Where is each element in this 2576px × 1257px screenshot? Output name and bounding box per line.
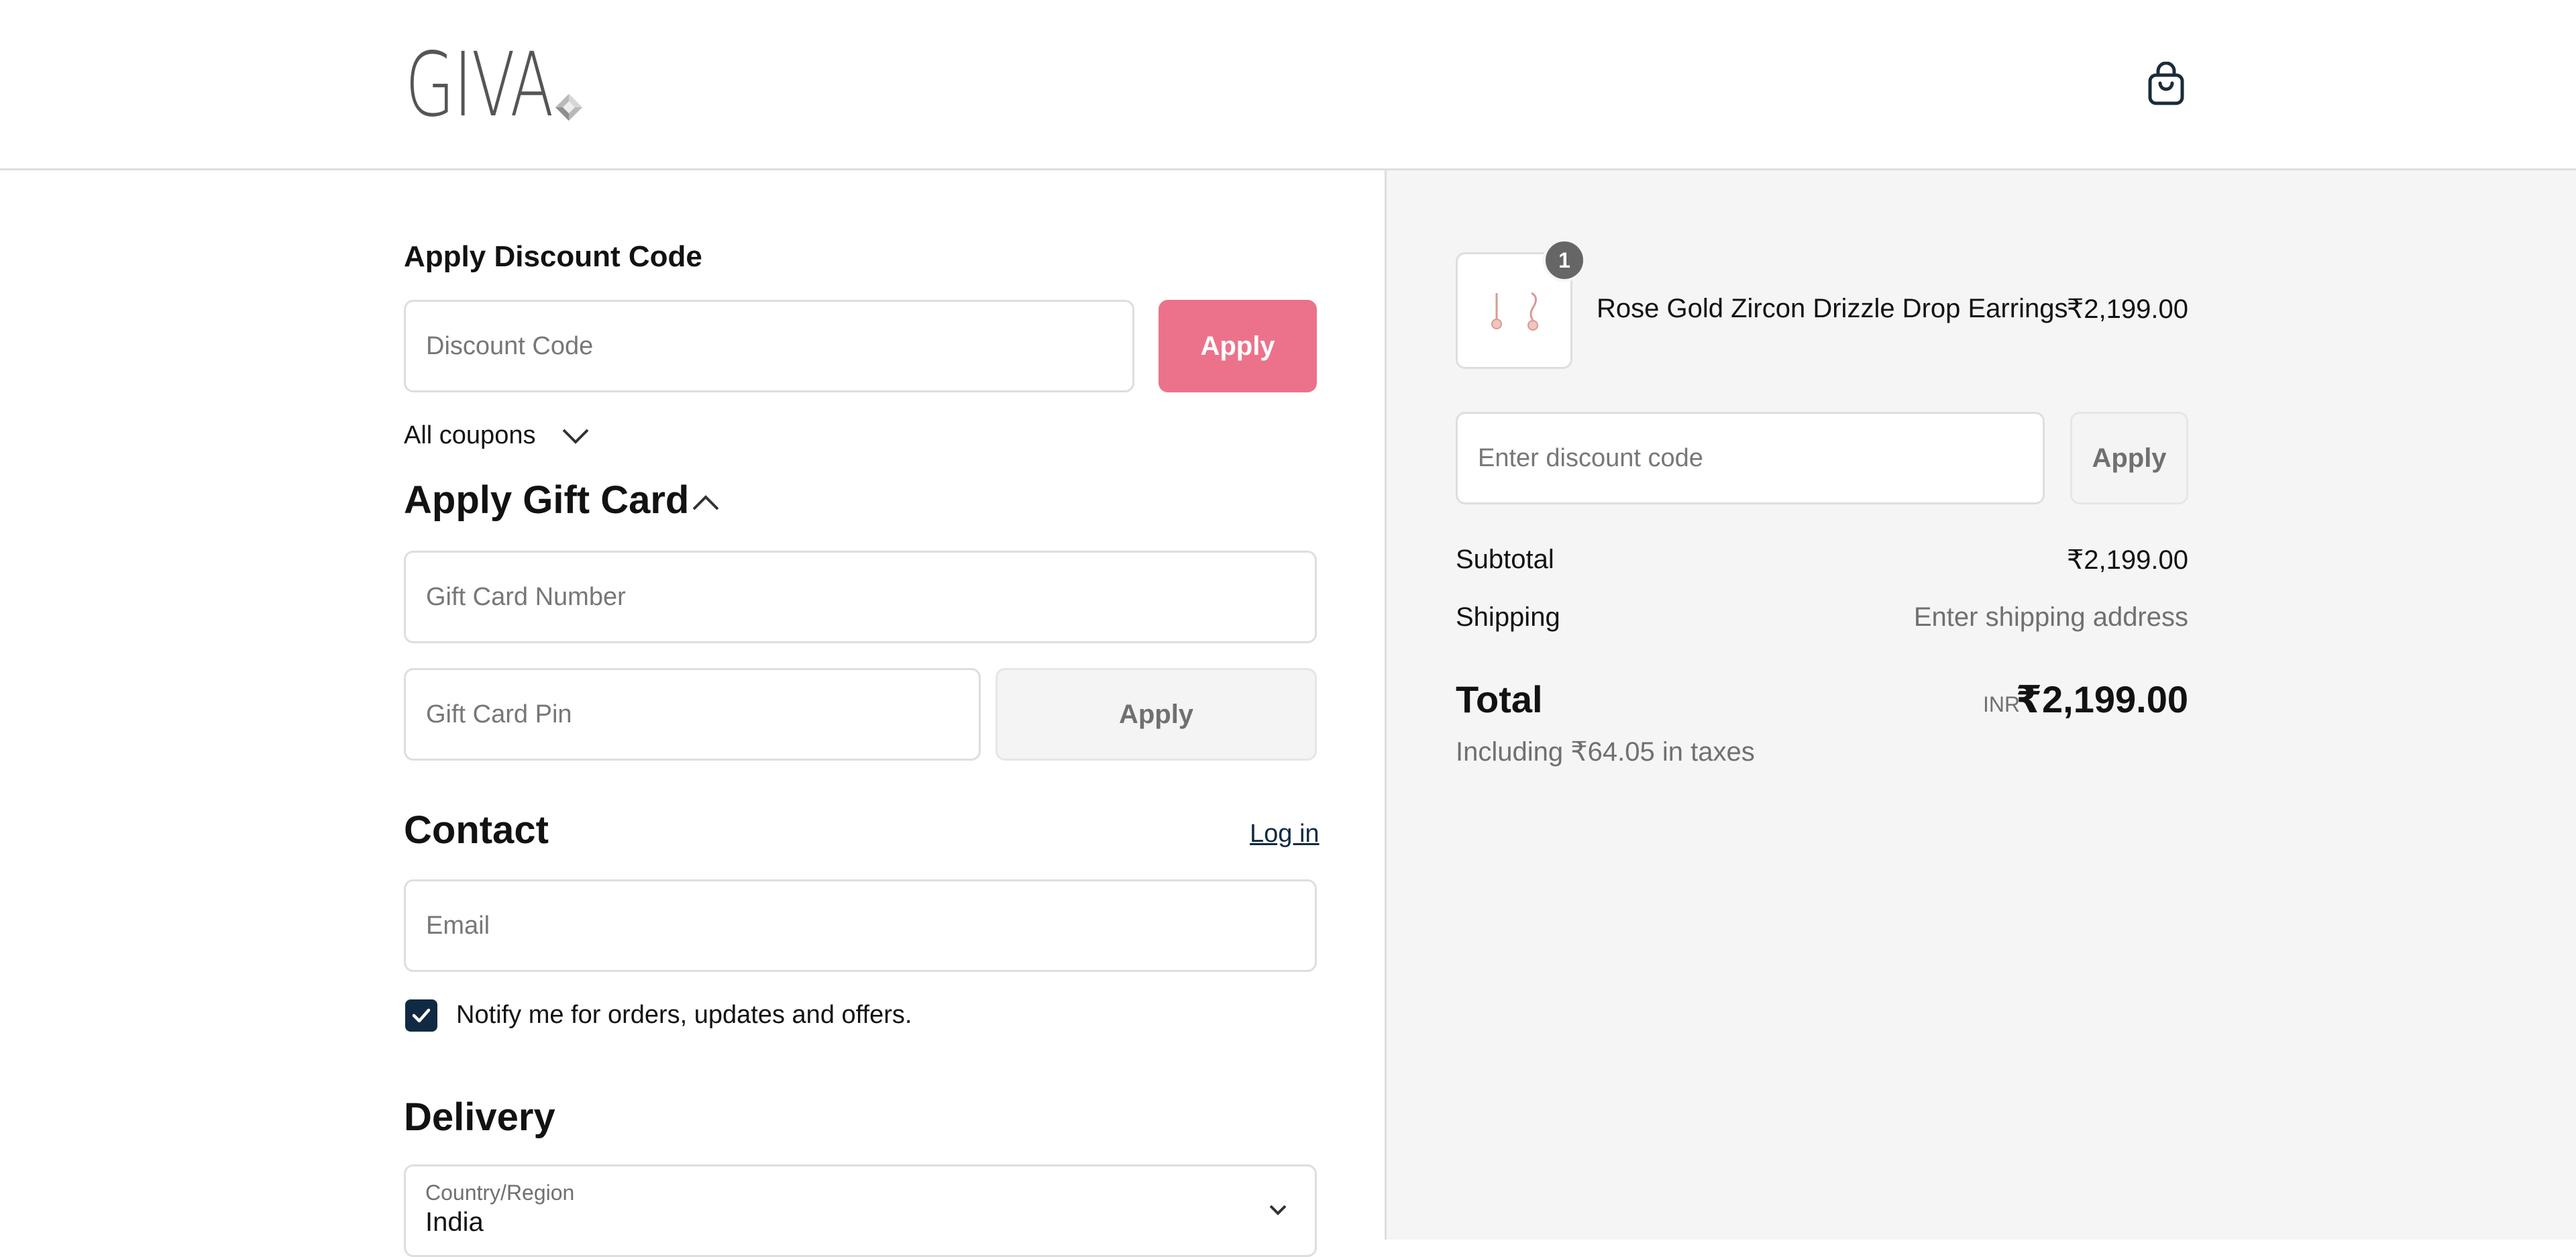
total-label: Total bbox=[1456, 678, 1543, 720]
subtotal-label: Subtotal bbox=[1456, 545, 1554, 574]
discount-heading: Apply Discount Code bbox=[404, 240, 702, 273]
total-value: ₹2,199.00 bbox=[2016, 678, 2188, 720]
shopping-bag-icon[interactable] bbox=[2147, 62, 2186, 106]
email-field[interactable] bbox=[404, 879, 1317, 972]
shipping-value: Enter shipping address bbox=[1913, 602, 2188, 632]
giva-logo[interactable]: GIVA bbox=[405, 34, 586, 137]
notify-checkbox[interactable] bbox=[405, 999, 437, 1032]
discount-code-field[interactable] bbox=[404, 300, 1134, 392]
chevron-down-icon[interactable] bbox=[1268, 1203, 1288, 1217]
checkmark-icon bbox=[412, 1008, 431, 1023]
delivery-heading: Delivery bbox=[404, 1095, 555, 1139]
gift-card-heading: Apply Gift Card bbox=[404, 478, 690, 522]
product-price: ₹2,199.00 bbox=[2066, 294, 2188, 324]
apply-gift-card-button[interactable]: Apply bbox=[996, 668, 1317, 761]
country-select-value: India bbox=[425, 1207, 484, 1237]
contact-heading: Contact bbox=[404, 808, 549, 852]
all-coupons-toggle[interactable]: All coupons bbox=[404, 421, 535, 450]
apply-discount-button[interactable]: Apply bbox=[1159, 300, 1317, 392]
currency-code: INR bbox=[1983, 692, 2021, 716]
site-header: GIVA bbox=[0, 0, 2576, 170]
gift-card-number-input[interactable] bbox=[406, 553, 1315, 641]
quantity-badge: 1 bbox=[1543, 239, 1586, 282]
summary-discount-input[interactable] bbox=[1458, 414, 2043, 502]
product-name: Rose Gold Zircon Drizzle Drop Earrings bbox=[1597, 294, 2068, 323]
country-select-label: Country/Region bbox=[425, 1181, 575, 1205]
summary-discount-field[interactable] bbox=[1456, 412, 2045, 504]
discount-code-input[interactable] bbox=[406, 302, 1132, 390]
subtotal-value: ₹2,199.00 bbox=[2066, 545, 2188, 575]
summary-apply-button[interactable]: Apply bbox=[2070, 412, 2188, 504]
email-input[interactable] bbox=[406, 881, 1315, 970]
chevron-up-icon[interactable] bbox=[691, 492, 720, 512]
chevron-down-icon[interactable] bbox=[561, 427, 590, 445]
country-select[interactable] bbox=[404, 1164, 1317, 1257]
gift-card-number-field[interactable] bbox=[404, 551, 1317, 643]
gift-card-pin-field[interactable] bbox=[404, 668, 981, 761]
diamond-icon bbox=[555, 94, 582, 121]
shipping-label: Shipping bbox=[1456, 602, 1560, 632]
gift-card-pin-input[interactable] bbox=[406, 670, 979, 759]
notify-label: Notify me for orders, updates and offers… bbox=[456, 1001, 912, 1029]
login-link[interactable]: Log in bbox=[1250, 820, 1320, 849]
taxes-note: Including ₹64.05 in taxes bbox=[1456, 737, 1755, 767]
logo-text: GIVA bbox=[405, 34, 553, 137]
